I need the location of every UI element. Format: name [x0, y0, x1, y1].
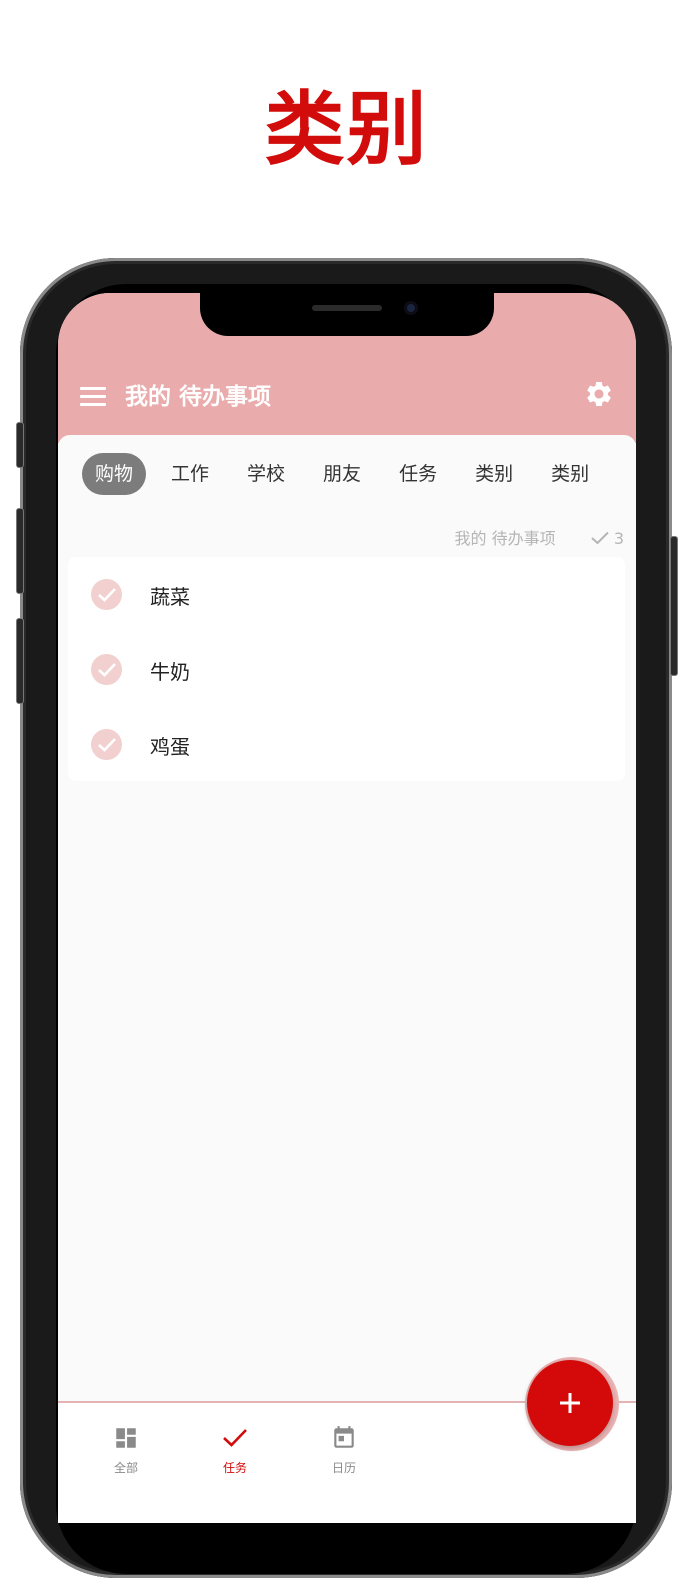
category-chip-tasks[interactable]: 任务 [386, 453, 450, 495]
task-row[interactable]: 蔬菜 [68, 557, 625, 632]
category-chip-friends[interactable]: 朋友 [310, 453, 374, 495]
task-checkbox[interactable] [91, 729, 122, 760]
category-chip-work[interactable]: 工作 [158, 453, 222, 495]
earpiece-speaker [312, 305, 382, 311]
nav-label: 全部 [113, 1461, 138, 1475]
check-icon [223, 1429, 247, 1447]
check-icon [591, 531, 609, 545]
category-chip-school[interactable]: 学校 [234, 453, 298, 495]
task-row[interactable]: 鸡蛋 [68, 707, 625, 782]
task-row[interactable]: 牛奶 [68, 632, 625, 707]
task-label: 牛奶 [150, 660, 190, 684]
category-chip-shopping[interactable]: 购物 [82, 453, 147, 495]
phone-notch [200, 290, 494, 336]
content-area: 购物 工作 学校 朋友 任务 类别 类别 我的 待办事项 3 蔬菜 牛奶 鸡蛋 [58, 435, 636, 1401]
volume-down-button [16, 618, 24, 704]
check-icon [98, 738, 116, 752]
list-meta: 我的 待办事项 3 [455, 525, 624, 549]
nav-item-calendar[interactable]: 日历 [304, 1425, 384, 1476]
dashboard-icon [116, 1428, 136, 1448]
menu-icon[interactable] [80, 387, 106, 407]
calendar-icon [334, 1426, 354, 1448]
gear-icon[interactable] [584, 379, 614, 409]
check-icon [98, 588, 116, 602]
category-tabs: 购物 工作 学校 朋友 任务 类别 类别 [82, 453, 614, 495]
front-camera [404, 301, 418, 315]
category-chip-category-2[interactable]: 类别 [538, 453, 602, 495]
completed-count: 3 [591, 529, 624, 548]
task-label: 蔬菜 [150, 585, 190, 609]
task-checkbox[interactable] [91, 654, 122, 685]
promo-title: 类别 [264, 83, 429, 176]
category-chip-category[interactable]: 类别 [462, 453, 526, 495]
nav-item-all[interactable]: 全部 [86, 1425, 166, 1476]
check-icon [98, 663, 116, 677]
list-name: 我的 待办事项 [454, 529, 556, 548]
volume-up-button [16, 508, 24, 594]
task-checkbox[interactable] [91, 579, 122, 610]
nav-item-tasks[interactable]: 任务 [195, 1425, 275, 1476]
plus-icon [560, 1393, 580, 1413]
power-button [670, 536, 678, 676]
nav-label: 任务 [222, 1461, 247, 1475]
app-title: 我的 待办事项 [125, 384, 272, 410]
task-list: 蔬菜 牛奶 鸡蛋 [68, 557, 625, 781]
nav-label: 日历 [331, 1461, 356, 1475]
app-screen: 我的 待办事项 购物 工作 学校 朋友 任务 类别 类别 我的 待办事项 3 蔬菜 [58, 293, 636, 1523]
silent-switch [16, 422, 24, 468]
add-task-button[interactable] [527, 1360, 613, 1446]
task-label: 鸡蛋 [150, 735, 190, 759]
